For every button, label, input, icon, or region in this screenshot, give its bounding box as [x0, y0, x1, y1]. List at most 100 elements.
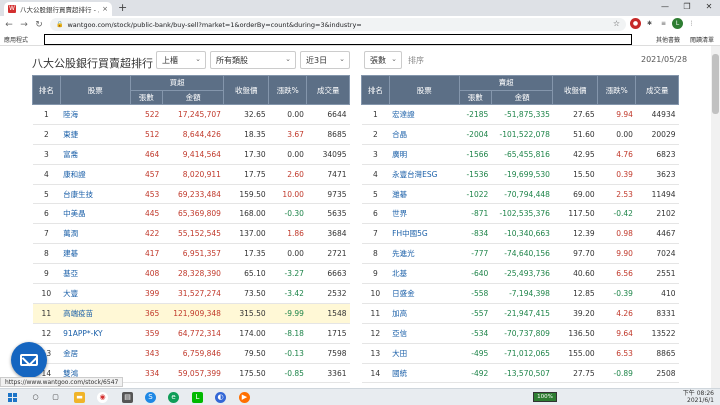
table-row[interactable]: 2 合晶 -2004 -101,522,078 51.60 0.00 20029: [361, 124, 679, 145]
edge-icon[interactable]: e: [168, 392, 179, 403]
system-clock[interactable]: 下午 08:26 2021/6/1: [683, 390, 714, 404]
address-url[interactable]: wantgoo.com/stock/public-bank/buy-sell?m…: [67, 21, 361, 29]
browser-tab[interactable]: W 八大公股銀行買賣超排行 - 八大 ×: [4, 2, 112, 16]
table-row[interactable]: 13 金居 343 6,759,846 79.50 -0.13 7598: [32, 343, 350, 364]
table-row[interactable]: 5 濰碁 -1022 -70,794,448 69.00 2.53 11494: [361, 184, 679, 205]
period-select[interactable]: 近3日 ⌄: [300, 51, 350, 69]
table-row[interactable]: 4 永豐台灣ESG -1536 -19,699,530 15.50 0.39 3623: [361, 164, 679, 185]
stock-name-link[interactable]: 萬潤: [60, 223, 131, 245]
table-row[interactable]: 9 基亞 408 28,328,390 65.10 -3.27 6663: [32, 263, 350, 285]
new-tab-button[interactable]: +: [118, 1, 127, 14]
store-icon[interactable]: ▤: [122, 392, 133, 403]
stock-name-link[interactable]: 富喬: [60, 144, 131, 165]
table-row[interactable]: 1 陸海 522 17,245,707 32.65 0.00 6644: [32, 104, 350, 125]
stock-name-link[interactable]: 先進光: [389, 243, 460, 265]
table-row[interactable]: 8 先進光 -777 -74,640,156 97.70 9.90 7024: [361, 243, 679, 265]
table-row[interactable]: 13 大田 -495 -71,012,065 155.00 6.53 8865: [361, 343, 679, 364]
task-view-icon[interactable]: ▢: [50, 392, 61, 403]
table-row[interactable]: 10 日盛金 -558 -7,194,398 12.85 -0.39 410: [361, 283, 679, 304]
stock-name-link[interactable]: 世界: [389, 203, 460, 225]
stock-name-link[interactable]: 基亞: [60, 263, 131, 285]
stock-name-link[interactable]: 加高: [389, 303, 460, 324]
table-row[interactable]: 1 宏達證 -2185 -51,875,335 27.65 9.94 44934: [361, 104, 679, 125]
stock-name-link[interactable]: 高端疫苗: [60, 303, 131, 324]
media-player-icon[interactable]: ▶: [239, 392, 250, 403]
close-window-button[interactable]: ✕: [698, 0, 720, 14]
table-row[interactable]: 3 富喬 464 9,414,564 17.30 0.00 34095: [32, 144, 350, 165]
stock-name-link[interactable]: 大田: [389, 343, 460, 364]
industry-select[interactable]: 所有類股 ⌄: [210, 51, 296, 69]
table-row[interactable]: 14 國統 -492 -13,570,507 27.75 -0.89 2508: [361, 363, 679, 384]
table-row[interactable]: 11 加高 -557 -21,947,415 39.20 4.26 8331: [361, 303, 679, 324]
bookmark-other[interactable]: 其他書籤: [656, 35, 680, 44]
stock-name-link[interactable]: 陸海: [60, 104, 131, 125]
extension-media-icon[interactable]: ≡: [658, 18, 669, 29]
address-bar[interactable]: 🔒 wantgoo.com/stock/public-bank/buy-sell…: [50, 18, 626, 31]
forward-arrow-icon[interactable]: →: [18, 20, 30, 30]
table-row[interactable]: 4 康和證 457 8,020,911 17.75 2.60 7471: [32, 164, 350, 185]
table-row[interactable]: 9 北基 -640 -25,493,736 40.60 6.56 2551: [361, 263, 679, 285]
stock-name-link[interactable]: 宏達證: [389, 104, 460, 125]
back-arrow-icon[interactable]: ←: [3, 20, 15, 30]
stock-name-link[interactable]: 北基: [389, 263, 460, 285]
stock-name-link[interactable]: 濰碁: [389, 184, 460, 205]
file-explorer-icon[interactable]: ▬: [74, 392, 85, 403]
line-icon[interactable]: L: [192, 392, 203, 403]
sort-select[interactable]: 張數 ⌄: [364, 51, 402, 69]
stock-name-link[interactable]: 91APP*-KY: [60, 323, 131, 344]
app-icon[interactable]: ◐: [215, 392, 226, 403]
market-select[interactable]: 上櫃 ⌄: [156, 51, 206, 69]
table-row[interactable]: 2 東捷 512 8,644,426 18.35 3.67 8685: [32, 124, 350, 145]
scrollbar-thumb[interactable]: [712, 54, 719, 114]
stock-name-link[interactable]: 金居: [60, 343, 131, 364]
skype-icon[interactable]: S: [145, 392, 156, 403]
site-favicon-icon: W: [8, 5, 16, 13]
stock-name-link[interactable]: 中美晶: [60, 203, 131, 225]
menu-dots-icon[interactable]: ⋮: [686, 18, 697, 29]
table-row[interactable]: 7 FH中國5G -834 -10,340,663 12.39 0.98 4467: [361, 223, 679, 245]
status-link-url: https://www.wantgoo.com/stock/6547: [0, 377, 124, 387]
volume-cell: 2551: [635, 263, 679, 285]
battery-indicator[interactable]: 100%: [533, 392, 557, 402]
stock-name-link[interactable]: 廣明: [389, 144, 460, 165]
stock-name-link[interactable]: 康和證: [60, 164, 131, 185]
stock-name-link[interactable]: FH中國5G: [389, 223, 460, 245]
header-stock: 股票: [388, 75, 460, 105]
bookmark-star-icon[interactable]: ☆: [613, 19, 620, 28]
windows-start-icon[interactable]: [8, 393, 17, 402]
lots-cell: 417: [130, 243, 163, 265]
table-row[interactable]: 6 世界 -871 -102,535,376 117.50 -0.42 2102: [361, 203, 679, 225]
reload-icon[interactable]: ↻: [33, 20, 45, 30]
table-row[interactable]: 5 台康生技 453 69,233,484 159.50 10.00 9735: [32, 184, 350, 205]
table-row[interactable]: 11 高端疫苗 365 121,909,348 315.50 -9.99 1548: [32, 303, 350, 324]
maximize-button[interactable]: ❐: [676, 0, 698, 14]
stock-name-link[interactable]: 永豐台灣ESG: [389, 164, 460, 185]
table-row[interactable]: 12 亞信 -534 -70,737,809 136.50 9.64 13522: [361, 323, 679, 344]
amount-cell: 17,245,707: [162, 104, 224, 125]
table-row[interactable]: 3 廣明 -1566 -65,455,816 42.95 4.76 6823: [361, 144, 679, 165]
tab-close-icon[interactable]: ×: [102, 5, 108, 13]
table-row[interactable]: 6 中美晶 445 65,369,809 168.00 -0.30 5635: [32, 203, 350, 225]
table-row[interactable]: 10 大豐 399 31,527,274 73.50 -3.42 2532: [32, 283, 350, 304]
table-row[interactable]: 8 建碁 417 6,951,357 17.35 0.00 2721: [32, 243, 350, 265]
stock-name-link[interactable]: 建碁: [60, 243, 131, 265]
stock-name-link[interactable]: 台康生技: [60, 184, 131, 205]
stock-name-link[interactable]: 日盛金: [389, 283, 460, 304]
search-icon[interactable]: ○: [30, 392, 41, 403]
table-row[interactable]: 12 91APP*-KY 359 64,772,314 174.00 -8.18 1715: [32, 323, 350, 344]
stock-name-link[interactable]: 東捷: [60, 124, 131, 145]
stock-name-link[interactable]: 亞信: [389, 323, 460, 344]
close-price-cell: 51.60: [552, 124, 598, 145]
chat-button[interactable]: [11, 342, 47, 378]
extension-red-icon[interactable]: ●: [630, 18, 641, 29]
chrome-icon[interactable]: ◉: [97, 392, 108, 403]
table-row[interactable]: 7 萬潤 422 55,152,545 137.00 1.86 3684: [32, 223, 350, 245]
stock-name-link[interactable]: 國統: [389, 363, 460, 384]
extension-puzzle-icon[interactable]: ✱: [644, 18, 655, 29]
minimize-button[interactable]: —: [654, 0, 676, 14]
stock-name-link[interactable]: 大豐: [60, 283, 131, 304]
bookmark-reading-list[interactable]: 閱讀清單: [690, 35, 714, 44]
bookmark-apps[interactable]: 應用程式: [4, 35, 28, 44]
profile-avatar[interactable]: L: [672, 18, 683, 29]
stock-name-link[interactable]: 合晶: [389, 124, 460, 145]
